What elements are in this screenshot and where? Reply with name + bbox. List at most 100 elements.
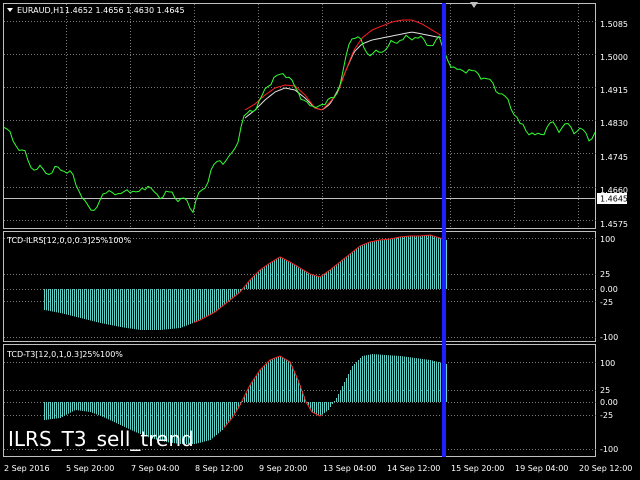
ilrs-bar [338, 263, 339, 289]
t3-bar [82, 402, 83, 411]
t3-bar [254, 379, 255, 402]
t3-bar [110, 402, 111, 421]
t3-bar [380, 354, 381, 402]
t3-bar [280, 356, 281, 402]
ilrs-bar [440, 238, 441, 289]
t3-bar [62, 402, 63, 417]
ilrs-bar [64, 289, 65, 314]
ilrs-bar [382, 239, 383, 289]
ilrs-bar [360, 246, 361, 289]
ilrs-bar [328, 271, 329, 289]
ilrs-bar [102, 289, 103, 324]
ilrs-bar [76, 289, 77, 317]
t3-bar [252, 382, 253, 402]
t3-bar [324, 402, 325, 413]
ilrs-bar [56, 289, 57, 313]
t3-bar [422, 358, 423, 402]
t3-bar [338, 394, 339, 402]
t3-bar [246, 393, 247, 402]
ilrs-bar [296, 265, 297, 289]
t3-bar [284, 358, 285, 402]
t3-bar [58, 402, 59, 419]
slow-ma-line [244, 31, 442, 119]
t3-bar [412, 357, 413, 402]
ilrs-bar [52, 289, 53, 312]
main-grid [4, 4, 596, 228]
t3-bar [84, 402, 85, 412]
t3-bar [102, 402, 103, 417]
ilrs-bar [208, 289, 209, 316]
ilrs-bar [352, 252, 353, 289]
ilrs-bar [180, 289, 181, 328]
ilrs-bar [142, 289, 143, 330]
ilrs-bar [196, 289, 197, 322]
ilrs-bar [278, 258, 279, 289]
t3-bar [388, 355, 389, 402]
t3-bar [332, 402, 333, 404]
ilrs-histogram [44, 235, 447, 330]
t3-bar [264, 366, 265, 402]
ilrs-label: TCD-ILRS[12,0,0,0.3]25%100% [6, 236, 132, 245]
t3-bar [72, 402, 73, 412]
ilrs-bar [304, 270, 305, 289]
trading-chart[interactable]: EURAUD,H1 1.4652 1.4656 1.4630 1.4645 1.… [0, 0, 640, 480]
ilrs-bar [152, 289, 153, 330]
ilrs-bar [346, 257, 347, 289]
t3-bar [356, 362, 357, 402]
t3-bar [364, 355, 365, 402]
t3-bar [408, 357, 409, 402]
shift-marker-icon[interactable] [470, 2, 478, 8]
ilrs-bar [246, 284, 247, 289]
ilrs-bar [192, 289, 193, 324]
t3-bar [248, 389, 249, 402]
ilrs-bar [166, 289, 167, 330]
ilrs-bar [200, 289, 201, 320]
t3-bar [390, 355, 391, 402]
time-tick: 13 Sep 04:00 [323, 464, 376, 473]
time-tick: 2 Sep 2016 [4, 464, 50, 473]
t3-bar [440, 362, 441, 402]
ilrs-bar [222, 289, 223, 307]
t3-bar [76, 402, 77, 411]
time-axis: 2 Sep 2016 5 Sep 20:00 7 Sep 04:00 8 Sep… [4, 464, 632, 473]
ilrs-bar [268, 264, 269, 289]
ilrs-bar [334, 266, 335, 289]
ilrs-bar [372, 241, 373, 289]
t3-bar [276, 357, 277, 402]
t3-bar [272, 359, 273, 402]
t3-bar [344, 382, 345, 402]
ilrs-bar [164, 289, 165, 330]
t3-bar [350, 370, 351, 402]
ilrs-bar [162, 289, 163, 330]
ilrs-tick: 25 [600, 270, 610, 279]
t3-bar [100, 402, 101, 416]
ilrs-bar [214, 289, 215, 313]
t3-bar [316, 402, 317, 414]
ilrs-bar [88, 289, 89, 320]
ilrs-bar [62, 289, 63, 314]
t3-bar [262, 368, 263, 402]
ilrs-bar [118, 289, 119, 327]
ilrs-bar [248, 282, 249, 289]
t3-bar [220, 402, 221, 432]
ilrs-bar [92, 289, 93, 321]
time-tick: 15 Sep 20:00 [451, 464, 504, 473]
t3-bar [210, 402, 211, 440]
ilrs-bar [206, 289, 207, 317]
t3-bar [124, 402, 125, 427]
t3-bar [330, 402, 331, 407]
t3-bar [294, 371, 295, 402]
t3-bar [80, 402, 81, 411]
ilrs-bar [138, 289, 139, 330]
t3-bar [424, 359, 425, 402]
dropdown-triangle-icon[interactable] [7, 8, 13, 12]
time-marker[interactable] [442, 3, 446, 457]
ilrs-panel-border [3, 231, 596, 342]
t3-bar [434, 361, 435, 402]
ilrs-bar [134, 289, 135, 330]
ilrs-bar [226, 289, 227, 304]
t3-bar [360, 358, 361, 402]
ilrs-bar [408, 236, 409, 289]
t3-bar [326, 402, 327, 412]
t3-bar [66, 402, 67, 415]
